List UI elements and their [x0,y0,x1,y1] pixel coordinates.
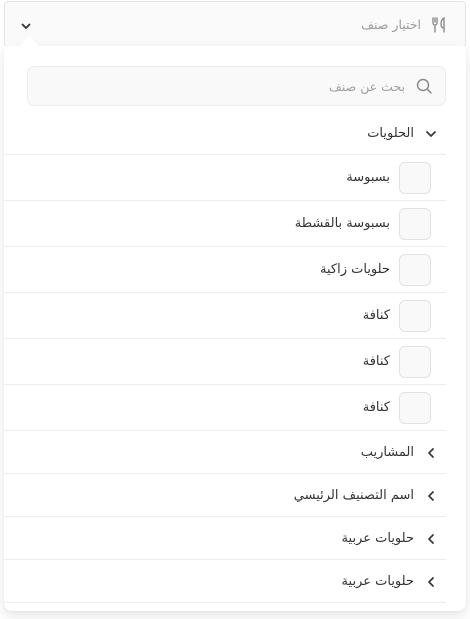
category-label: حلويات عربية [341,573,414,589]
list-item[interactable]: بسبوسة [4,155,446,201]
category-header[interactable]: حلويات عربية [4,560,446,603]
category-list: الحلويات بسبوسة بسبوسة بالقشطة حلويات زا… [4,112,446,603]
select-placeholder: اختيار صنف [361,17,421,32]
checkbox[interactable] [399,161,431,194]
checkbox[interactable] [399,391,431,424]
checkbox[interactable] [399,253,431,286]
item-label: كنافة [362,354,390,369]
search-input[interactable] [40,78,405,94]
chevron-left-icon [424,574,438,588]
checkbox[interactable] [399,345,431,378]
category-header-sweets[interactable]: الحلويات [4,112,446,155]
list-item[interactable]: كنافة [4,293,446,339]
checkbox[interactable] [399,207,431,240]
item-label: كنافة [362,400,390,415]
item-label: بسبوسة [346,170,390,185]
category-header[interactable]: حلويات عربية [4,517,446,560]
checkbox[interactable] [399,299,431,332]
search-box[interactable] [27,66,446,106]
list-item[interactable]: كنافة [4,385,446,431]
utensils-icon [429,15,449,35]
search-icon [415,77,433,95]
category-header[interactable]: المشاريب [4,431,446,474]
list-item[interactable]: كنافة [4,339,446,385]
category-label: حلويات عربية [341,530,414,546]
list-item[interactable]: حلويات زاكية [4,247,446,293]
item-select[interactable]: اختيار صنف [4,1,466,48]
item-label: كنافة [362,308,390,323]
chevron-down-icon[interactable] [19,18,33,32]
item-label: حلويات زاكية [320,262,390,277]
category-label: اسم التصنيف الرئيسي [293,487,414,503]
category-label: المشاريب [360,444,414,460]
chevron-left-icon [424,445,438,459]
item-label: بسبوسة بالقشطة [294,216,390,231]
dropdown-panel: الحلويات بسبوسة بسبوسة بالقشطة حلويات زا… [4,36,466,611]
chevron-down-icon [424,126,438,140]
list-item[interactable]: بسبوسة بالقشطة [4,201,446,247]
chevron-left-icon [424,488,438,502]
category-header[interactable]: اسم التصنيف الرئيسي [4,474,446,517]
chevron-left-icon [424,531,438,545]
category-label: الحلويات [367,125,414,141]
